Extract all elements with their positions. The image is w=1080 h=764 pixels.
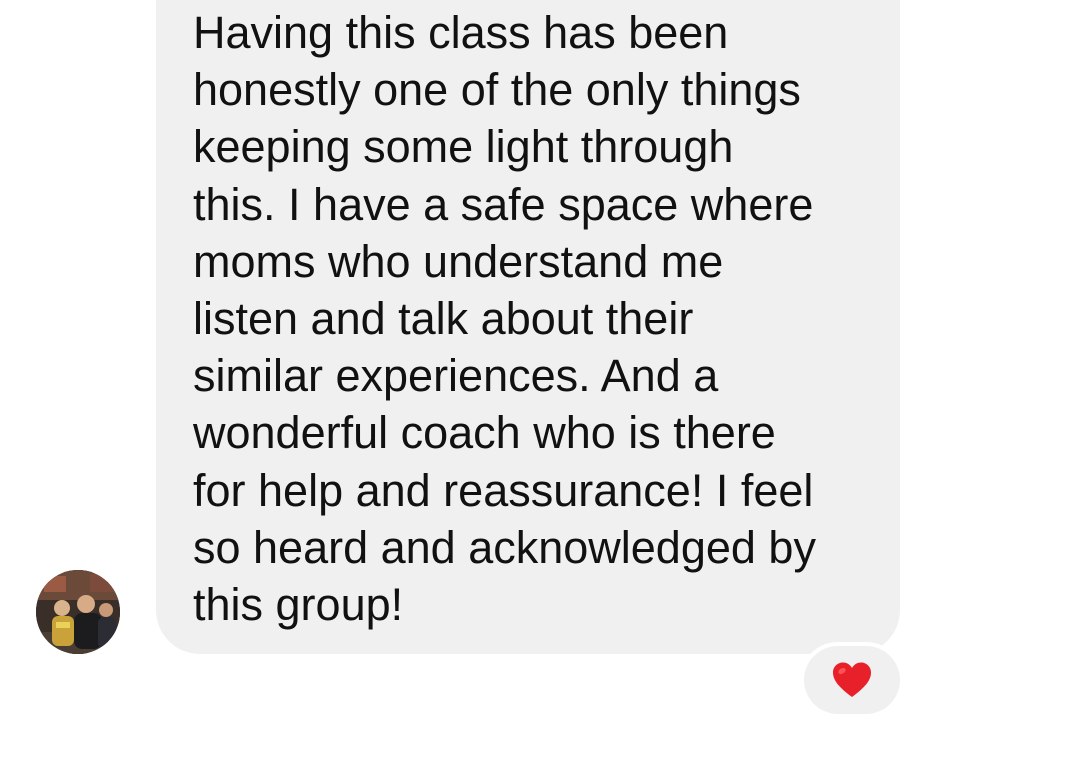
message-line: Having this class has been [193,7,729,58]
message-line: moms who understand me [193,235,724,287]
message-line: keeping some light through [193,121,734,173]
avatar-photo [36,570,120,654]
sender-avatar[interactable] [36,570,120,654]
message-line: wonderful coach who is there [193,407,776,459]
red-heart-icon [833,662,871,697]
reaction-badge[interactable] [804,646,900,714]
message-line: similar experiences. And a [193,350,719,402]
message-line: so heard and acknowledged by [193,521,816,573]
message-line: for help and reassurance! I feel [193,464,814,516]
message-text: Having this class has been honestly one … [193,4,816,633]
message-line: this. I have a safe space where [193,178,814,230]
message-line: this group! [193,578,404,630]
message-bubble[interactable]: Having this class has been honestly one … [156,0,900,654]
message-line: honestly one of the only things [193,64,801,116]
message-line: listen and talk about their [193,292,694,344]
